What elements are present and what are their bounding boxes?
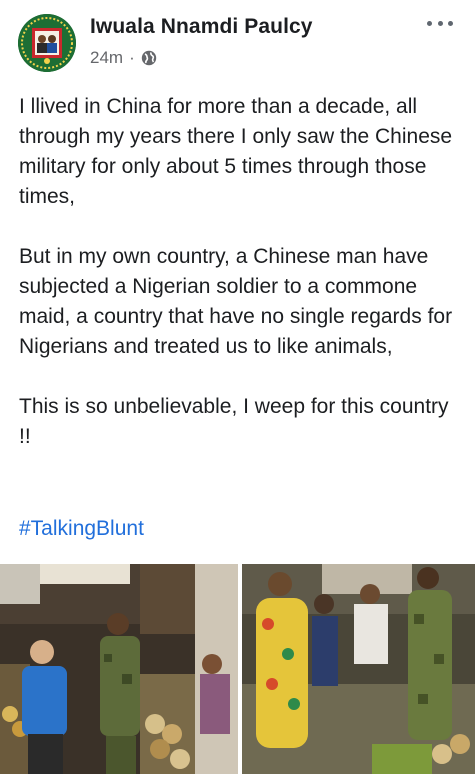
author-avatar[interactable] — [18, 14, 76, 72]
post-paragraph: This is so unbelievable, I weep for this… — [19, 395, 449, 448]
more-dot — [437, 20, 443, 26]
market-photo-right — [242, 564, 475, 774]
market-photo-left — [0, 564, 238, 774]
avatar-image — [18, 14, 76, 72]
post-time[interactable]: 24m — [90, 48, 123, 68]
more-options-icon[interactable] — [427, 16, 453, 30]
post-paragraph: I llived in China for more than a decade… — [19, 95, 453, 208]
post-paragraph: But in my own country, a Chinese man hav… — [19, 245, 453, 358]
post-meta: 24m · — [90, 48, 157, 68]
meta-separator: · — [129, 48, 135, 67]
more-dot — [448, 20, 453, 26]
post-text: I llived in China for more than a decade… — [19, 92, 459, 482]
author-name[interactable]: Iwuala Nnamdi Paulcy — [90, 15, 313, 39]
facebook-post: Iwuala Nnamdi Paulcy 24m · I llived in C… — [0, 0, 475, 774]
hashtag-link[interactable]: #TalkingBlunt — [19, 517, 144, 541]
post-photo-1[interactable] — [0, 564, 238, 774]
globe-icon[interactable] — [141, 50, 157, 66]
post-photo-2[interactable] — [242, 564, 475, 774]
more-dot — [427, 20, 432, 26]
